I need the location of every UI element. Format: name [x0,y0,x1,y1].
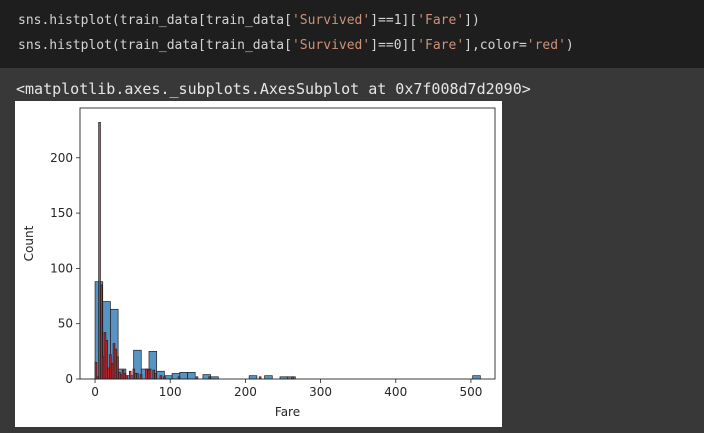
survived-bar-16 [264,375,273,380]
code-line-1: sns.histplot(train_data[train_data['Surv… [18,13,480,29]
x-tick-label-1: 100 [159,385,182,399]
code-line-2-string-fare: 'Fare' [417,38,465,53]
code-line-2-prefix: sns.histplot(train_data[train_data[ [18,38,292,53]
x-tick-label-0: 0 [91,385,99,399]
histogram-svg: 0 100 200 300 400 500 0 50 100 150 200 Fare Count [22,107,496,419]
x-axis-ticks: 0 100 200 300 400 500 [91,379,482,399]
code-line-1-string-survived: 'Survived' [291,13,371,28]
not-survived-bars [94,122,294,380]
survived-bar-15 [248,375,258,380]
code-line-2: sns.histplot(train_data[train_data['Surv… [18,38,574,54]
histogram-plot: 0 100 200 300 400 500 0 50 100 150 200 Fare Count [15,101,502,427]
not-survived-bar-27 [154,373,157,380]
cell-output-text: <matplotlib.axes._subplots.AxesSubplot a… [16,80,531,98]
code-line-1-mid: ]==1][ [370,13,418,28]
not-survived-bar-17 [125,375,128,380]
y-tick-label-2: 100 [50,261,73,275]
not-survived-bar-25 [148,368,152,380]
code-line-2-mid: ]==0][ [370,38,418,53]
axes-frame [79,107,496,380]
x-axis-label: Fare [275,405,300,419]
y-tick-label-4: 200 [50,151,73,165]
code-line-2-suffix: ) [565,38,574,53]
survived-bar-11 [179,372,188,380]
code-line-2-string-red: 'red' [526,38,566,53]
not-survived-bar-21 [136,373,139,380]
code-line-1-string-fare: 'Fare' [417,13,465,28]
x-tick-label-5: 500 [459,385,482,399]
x-tick-label-3: 300 [309,385,332,399]
x-tick-label-2: 200 [234,385,257,399]
x-tick-label-4: 400 [384,385,407,399]
survived-bar-19 [472,375,481,380]
y-axis-ticks: 0 50 100 150 200 [50,151,80,386]
not-survived-bar-18 [128,370,132,380]
code-line-1-suffix: ]) [464,13,480,28]
code-line-2-string-survived: 'Survived' [291,38,371,53]
code-cell[interactable]: sns.histplot(train_data[train_data['Surv… [0,0,704,68]
survived-bars [94,281,481,380]
y-tick-label-1: 50 [58,317,73,331]
not-survived-bar-22 [139,374,143,380]
code-line-1-prefix: sns.histplot(train_data[train_data[ [18,13,292,28]
not-survived-bar-28 [159,375,163,380]
y-tick-label-3: 150 [50,206,73,220]
code-line-2-mid2: ],color= [464,38,527,53]
y-axis-label: Count [22,225,36,261]
survived-bar-12 [187,372,196,380]
y-tick-label-0: 0 [65,372,73,386]
